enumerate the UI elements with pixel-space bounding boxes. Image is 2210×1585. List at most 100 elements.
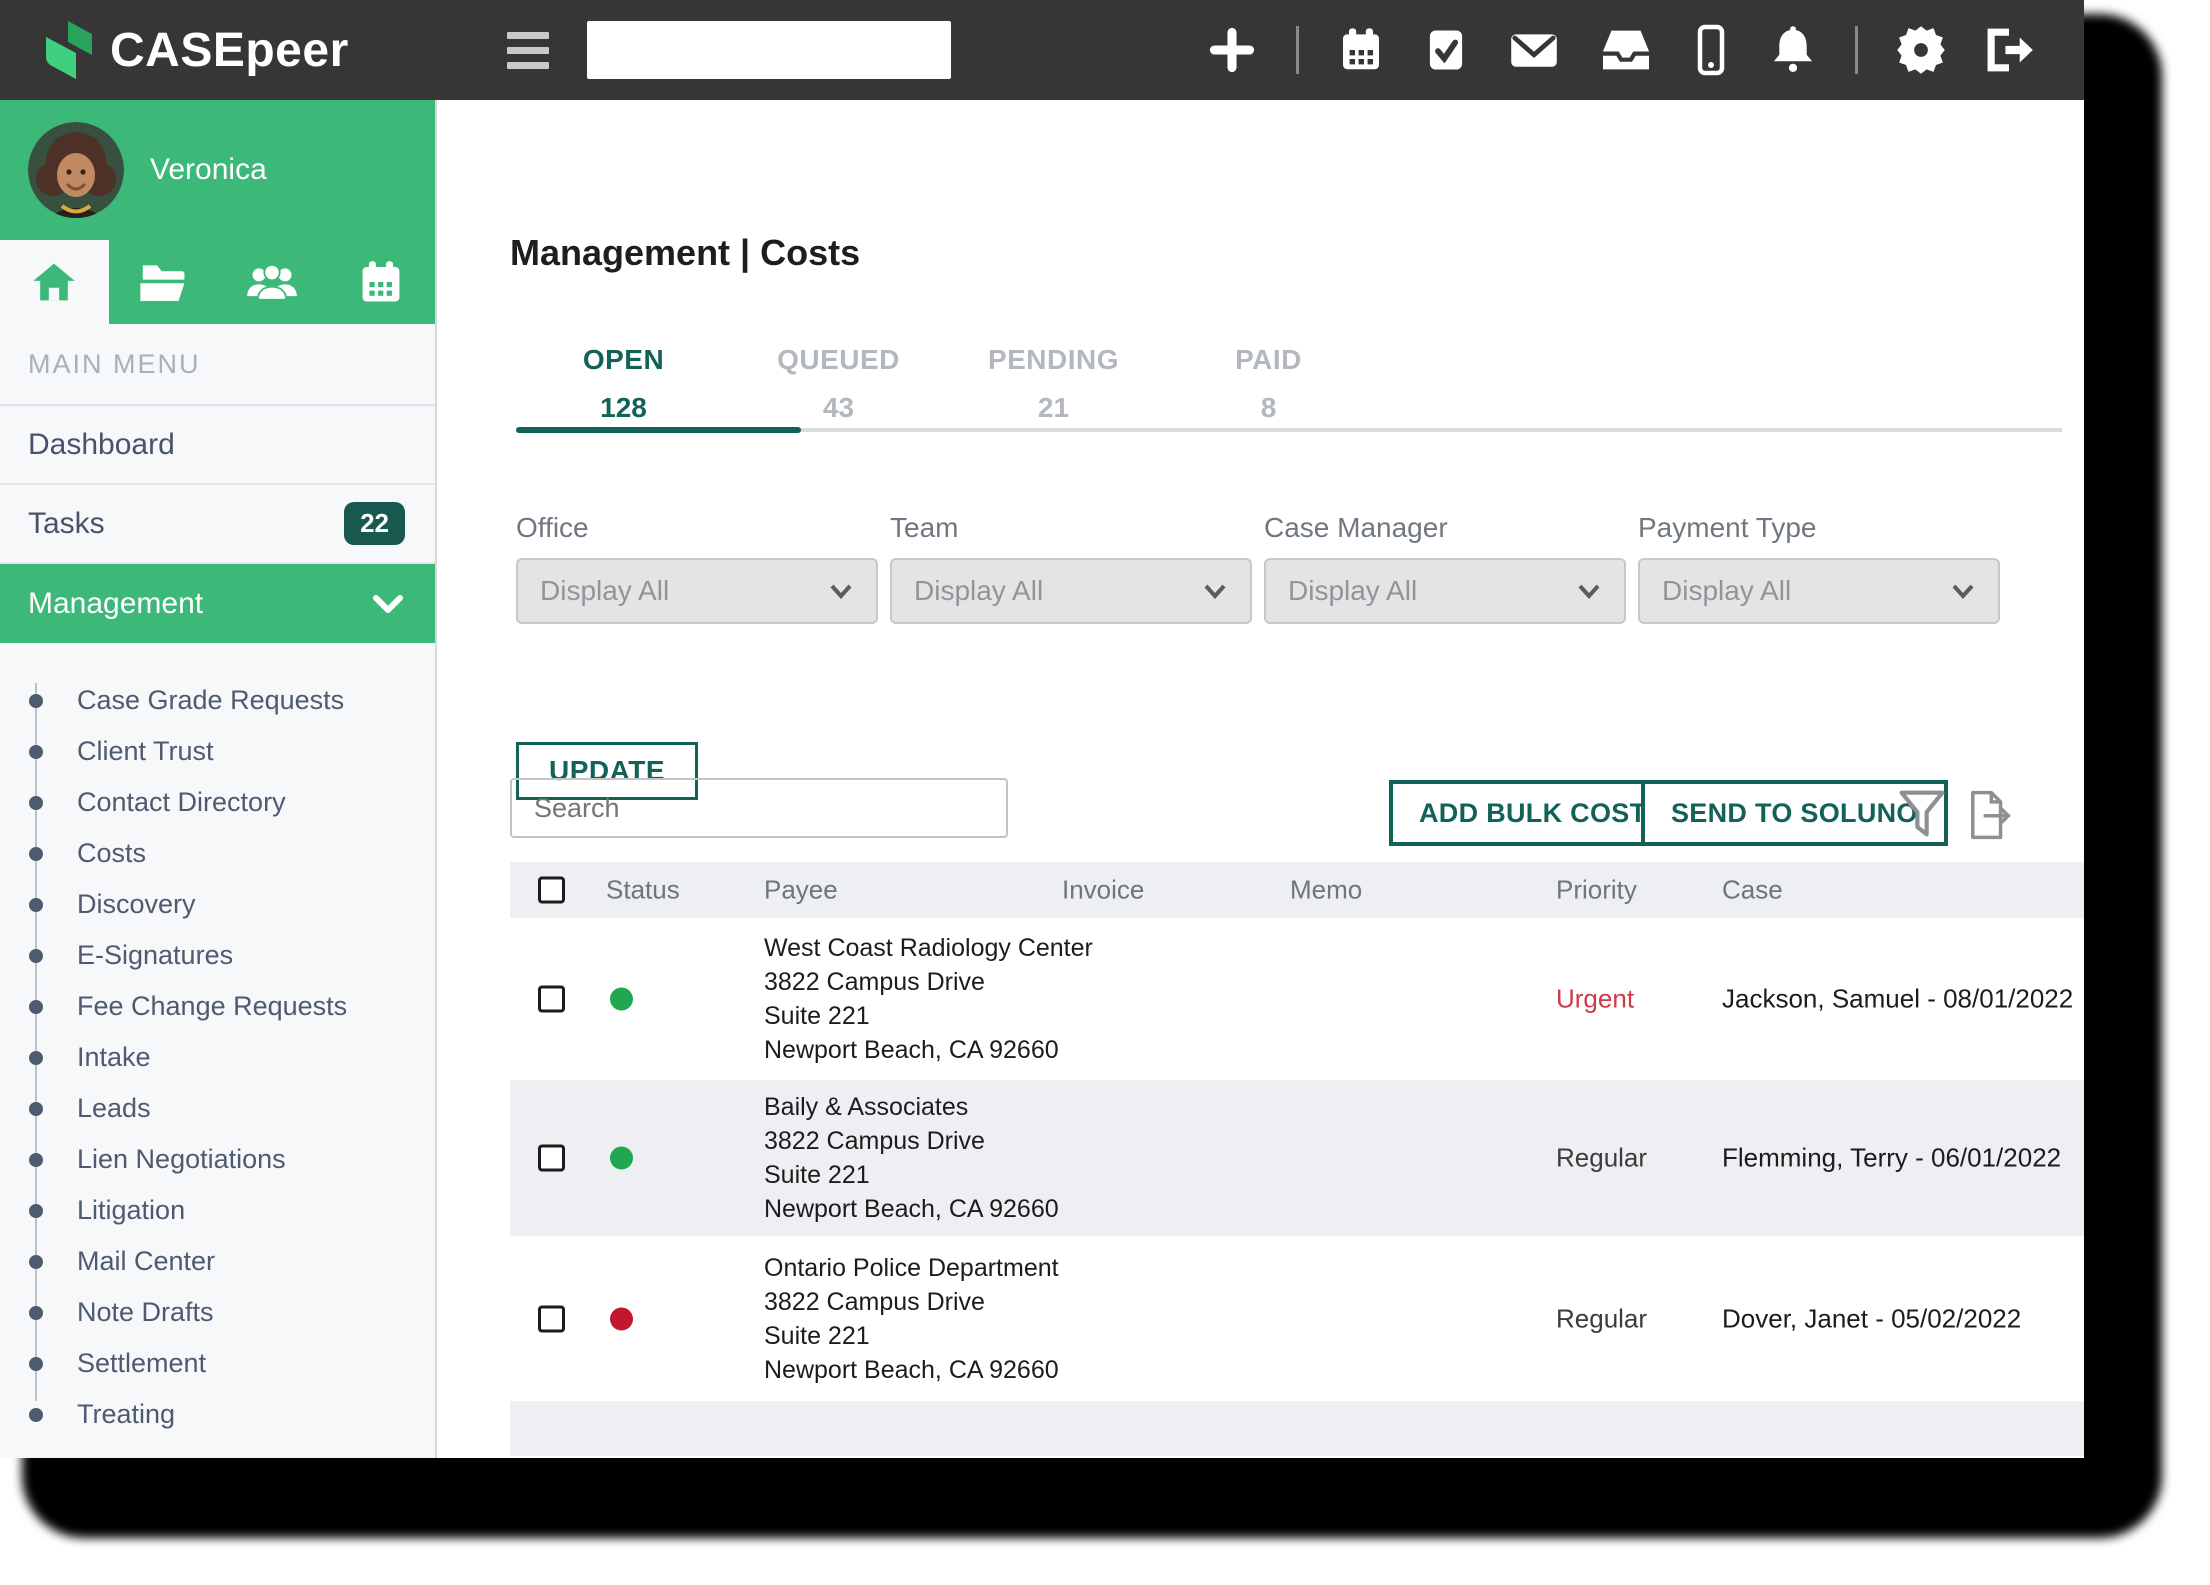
sidebar-subitem-treating[interactable]: Treating xyxy=(0,1389,435,1440)
sidebar-subitem-settlement[interactable]: Settlement xyxy=(0,1338,435,1389)
tab-queued[interactable]: QUEUED 43 xyxy=(731,344,946,424)
filter-funnel-icon[interactable] xyxy=(1897,788,1947,845)
table-search[interactable] xyxy=(510,778,1008,838)
filter-label: Office xyxy=(516,512,878,544)
payee-address: 3822 Campus Drive xyxy=(764,965,1093,999)
tabs-active-underline xyxy=(516,427,801,433)
sidebar-subitem-label: Litigation xyxy=(77,1195,185,1226)
export-file-icon[interactable] xyxy=(1961,788,2017,847)
notifications-bell-icon[interactable] xyxy=(1769,25,1817,75)
topbar-divider xyxy=(1855,26,1858,74)
sidebar-subitem-contact-directory[interactable]: Contact Directory xyxy=(0,777,435,828)
row-checkbox[interactable] xyxy=(538,1145,565,1172)
tab-count: 128 xyxy=(516,392,731,424)
sidebar-subitem-costs[interactable]: Costs xyxy=(0,828,435,879)
topbar-search[interactable] xyxy=(587,21,951,79)
brand-logo[interactable]: CASEpeer xyxy=(38,19,349,81)
status-dot-icon xyxy=(610,1147,633,1170)
select-all-checkbox[interactable] xyxy=(538,877,565,904)
sidebar-item-management[interactable]: Management xyxy=(0,564,435,643)
column-header-memo: Memo xyxy=(1290,875,1362,906)
brand-name: CASEpeer xyxy=(110,23,349,78)
sidebar-subitem-intake[interactable]: Intake xyxy=(0,1032,435,1083)
column-header-status: Status xyxy=(606,875,680,906)
sidebar-subitem-mail-center[interactable]: Mail Center xyxy=(0,1236,435,1287)
row-checkbox[interactable] xyxy=(538,1305,565,1332)
mobile-phone-icon[interactable] xyxy=(1691,24,1731,76)
sidebar-subitem-client-trust[interactable]: Client Trust xyxy=(0,726,435,777)
sidebar-subitem-label: Mail Center xyxy=(77,1246,215,1277)
payee-cell: West Coast Radiology Center 3822 Campus … xyxy=(764,931,1093,1067)
case-cell[interactable]: Flemming, Terry - 06/01/2022 xyxy=(1722,1143,2061,1174)
payee-name: Ontario Police Department xyxy=(764,1251,1059,1285)
app-window: CASEpeer xyxy=(0,0,2084,1458)
sidebar-tab-contacts[interactable] xyxy=(218,240,327,324)
sidebar-tab-calendar[interactable] xyxy=(326,240,435,324)
sidebar-subitem-lien-negotiations[interactable]: Lien Negotiations xyxy=(0,1134,435,1185)
payment-type-select[interactable]: Display All xyxy=(1638,558,2000,624)
sidebar-subitem-label: Client Trust xyxy=(77,736,214,767)
case-cell[interactable]: Jackson, Samuel - 08/01/2022 xyxy=(1722,984,2073,1015)
mail-envelope-icon[interactable] xyxy=(1507,26,1561,74)
table-row[interactable]: Baily & Associates 3822 Campus Drive Sui… xyxy=(510,1080,2084,1236)
topbar-divider xyxy=(1296,26,1299,74)
payee-address: Newport Beach, CA 92660 xyxy=(764,1192,1059,1226)
tab-count: 43 xyxy=(731,392,946,424)
table-row[interactable]: Ontario Police Department 3822 Campus Dr… xyxy=(510,1236,2084,1401)
row-checkbox[interactable] xyxy=(538,986,565,1013)
calendar-icon[interactable] xyxy=(1337,26,1385,74)
sidebar-item-tasks[interactable]: Tasks 22 xyxy=(0,485,435,564)
settings-gear-icon[interactable] xyxy=(1896,25,1946,75)
sidebar-subitem-discovery[interactable]: Discovery xyxy=(0,879,435,930)
costs-table: Status Payee Invoice Memo Priority Case … xyxy=(510,862,2084,1456)
tasks-check-icon[interactable] xyxy=(1423,26,1469,74)
tasks-count-badge: 22 xyxy=(344,502,405,545)
table-row[interactable]: West Coast Radiology Center 3822 Campus … xyxy=(510,918,2084,1080)
add-plus-icon[interactable] xyxy=(1206,24,1258,76)
payee-address: Newport Beach, CA 92660 xyxy=(764,1033,1093,1067)
priority-cell: Regular xyxy=(1556,1303,1647,1334)
sidebar-subitem-litigation[interactable]: Litigation xyxy=(0,1185,435,1236)
sidebar-subitem-label: Fee Change Requests xyxy=(77,991,347,1022)
tab-paid[interactable]: PAID 8 xyxy=(1161,344,1376,424)
case-manager-select[interactable]: Display All xyxy=(1264,558,1626,624)
tab-open[interactable]: OPEN 128 xyxy=(516,344,731,424)
column-header-invoice: Invoice xyxy=(1062,875,1144,906)
payee-address: Suite 221 xyxy=(764,1319,1059,1353)
menu-hamburger-icon[interactable] xyxy=(507,32,549,69)
sidebar-subitem-fee-change-requests[interactable]: Fee Change Requests xyxy=(0,981,435,1032)
bullet-icon xyxy=(29,1255,43,1269)
bullet-icon xyxy=(29,796,43,810)
sidebar-subitem-leads[interactable]: Leads xyxy=(0,1083,435,1134)
bullet-icon xyxy=(29,847,43,861)
sidebar-subitem-case-grade-requests[interactable]: Case Grade Requests xyxy=(0,675,435,726)
sidebar-item-dashboard[interactable]: Dashboard xyxy=(0,406,435,485)
column-header-case: Case xyxy=(1722,875,1783,906)
select-value: Display All xyxy=(1662,575,1952,607)
sidebar: Veronica xyxy=(0,100,437,1458)
management-submenu: Case Grade Requests Client Trust Contact… xyxy=(0,643,435,1440)
bullet-icon xyxy=(29,949,43,963)
sidebar-subitem-label: Leads xyxy=(77,1093,151,1124)
casepeer-logo-icon xyxy=(38,19,96,81)
filter-office: Office Display All xyxy=(516,512,878,624)
inbox-tray-icon[interactable] xyxy=(1599,27,1653,73)
sidebar-subitem-label: Discovery xyxy=(77,889,196,920)
user-profile[interactable]: Veronica xyxy=(0,100,435,240)
topbar-search-input[interactable] xyxy=(587,21,954,79)
sign-out-icon[interactable] xyxy=(1984,25,2034,75)
priority-cell: Regular xyxy=(1556,1143,1647,1174)
bullet-icon xyxy=(29,1204,43,1218)
sidebar-tab-home[interactable] xyxy=(0,240,109,324)
sidebar-subitem-label: Lien Negotiations xyxy=(77,1144,286,1175)
tab-pending[interactable]: PENDING 21 xyxy=(946,344,1161,424)
sidebar-subitem-e-signatures[interactable]: E-Signatures xyxy=(0,930,435,981)
sidebar-subitem-label: Intake xyxy=(77,1042,151,1073)
team-select[interactable]: Display All xyxy=(890,558,1252,624)
sidebar-subitem-note-drafts[interactable]: Note Drafts xyxy=(0,1287,435,1338)
table-search-input[interactable] xyxy=(512,780,1006,836)
sidebar-tab-cases[interactable] xyxy=(109,240,218,324)
case-cell[interactable]: Dover, Janet - 05/02/2022 xyxy=(1722,1303,2021,1334)
tab-count: 8 xyxy=(1161,392,1376,424)
office-select[interactable]: Display All xyxy=(516,558,878,624)
